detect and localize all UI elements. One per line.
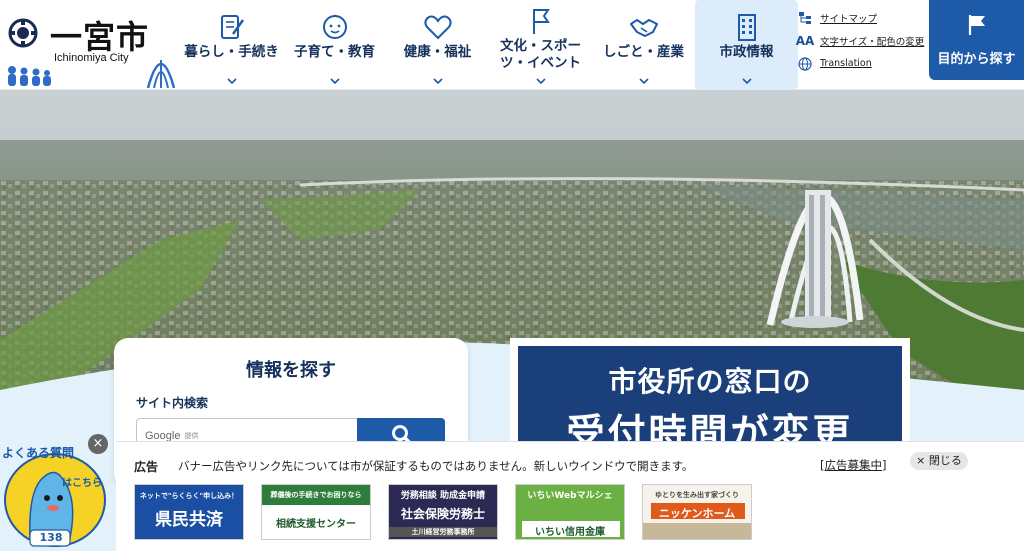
faq-close-button[interactable]: × — [88, 434, 108, 454]
ad-label: 広告 — [134, 460, 159, 474]
nav-health[interactable]: 健康・福祉 — [386, 0, 489, 90]
ad-recruit-link[interactable]: [広告募集中] — [820, 457, 886, 473]
faq-mascot-button[interactable]: よくある質問 はこちら 138 — [0, 438, 110, 551]
ad-banner-list: ネットで"らくらく"申し込み！ 県民共済 葬儀後の手続きでお困りなら 相続支援セ… — [134, 484, 769, 540]
chevron-down-icon — [535, 78, 546, 84]
faq-line-2: はこちら — [62, 478, 102, 489]
site-search-label: サイト内検索 — [136, 396, 209, 410]
nav-childcare[interactable]: 子育て・教育 — [283, 0, 386, 90]
tower-illustration-icon — [146, 60, 176, 88]
ad-banner-souzoku[interactable]: 葬儀後の手続きでお困りなら 相続支援センター — [261, 484, 371, 540]
ad-banner-ichii[interactable]: いちいWebマルシェ いちい信用金庫 — [515, 484, 625, 540]
sitemap-label: サイトマップ — [820, 13, 878, 25]
site-header: 一宮市 Ichinomiya City 暮らし・手続き 子育て・教育 健康・福祉… — [0, 0, 1024, 90]
flag-icon — [532, 9, 550, 34]
notice-line-1: 市役所の窓口の — [608, 365, 812, 398]
ad-banner-sub: 土川経営労務事務所 — [389, 527, 497, 537]
site-logo[interactable]: 一宮市 Ichinomiya City — [6, 8, 176, 88]
ad-banner-nikken[interactable]: ゆとりを生み出す家づくり ニッケンホーム — [642, 484, 752, 540]
citizens-illustration-icon — [8, 66, 51, 86]
chevron-down-icon — [329, 78, 340, 84]
nav-culture[interactable]: 文化・スポーツ・イベント — [489, 0, 592, 90]
nav-label: しごと・産業 — [603, 44, 684, 60]
sitemap-icon — [796, 10, 814, 26]
font-size-link[interactable]: AA 文字サイズ・配色の変更 — [795, 29, 925, 52]
baby-face-icon — [322, 14, 347, 39]
chevron-down-icon — [432, 78, 443, 84]
translation-label: Translation — [820, 58, 872, 69]
ad-banner-main: 県民共済 — [155, 510, 223, 530]
sitemap-link[interactable]: サイトマップ — [796, 6, 924, 29]
faq-line-1: よくある質問 — [2, 446, 75, 460]
nav-work[interactable]: しごと・産業 — [592, 0, 695, 90]
nav-label: 市政情報 — [719, 44, 774, 60]
city-emblem-icon — [8, 18, 38, 48]
utility-links: サイトマップ AA 文字サイズ・配色の変更 Translation — [796, 6, 924, 75]
logo-subtitle: Ichinomiya City — [54, 52, 129, 64]
nav-living[interactable]: 暮らし・手続き — [180, 0, 283, 90]
ad-banner-top: ゆとりを生み出す家づくり — [655, 491, 739, 499]
document-pen-icon — [220, 15, 244, 39]
building-icon — [737, 14, 756, 41]
chevron-down-icon — [638, 78, 649, 84]
nav-label: 健康・福祉 — [403, 44, 472, 60]
ad-close-button[interactable]: × 閉じる — [910, 452, 968, 470]
ad-banner-main: 相続支援センター — [276, 519, 356, 530]
chevron-down-icon — [226, 78, 237, 84]
global-nav: 暮らし・手続き 子育て・教育 健康・福祉 文化・スポーツ・イベント しごと・産業… — [180, 0, 798, 90]
ad-banner-top: 労務相談 助成金申請 — [400, 491, 486, 501]
font-size-label: 文字サイズ・配色の変更 — [820, 36, 925, 48]
nav-label: 暮らし・手続き — [184, 44, 279, 60]
ad-banner-kenmin-kyosai[interactable]: ネットで"らくらく"申し込み！ 県民共済 — [134, 484, 244, 540]
handshake-icon — [629, 19, 658, 37]
nav-label: 子育て・教育 — [294, 44, 375, 60]
ad-banner-top: ネットで"らくらく"申し込み！ — [139, 492, 239, 500]
ad-banner-top: 葬儀後の手続きでお困りなら — [270, 491, 362, 499]
notice-banner[interactable]: 市役所の窓口の 受付時間が変更 — [510, 338, 910, 458]
ad-bar: 広告 バナー広告やリンク先については市が保証するものではありません。新しいウイン… — [116, 441, 1024, 551]
translation-link[interactable]: Translation — [796, 52, 924, 75]
find-by-purpose-button[interactable]: 目的から探す — [929, 0, 1024, 80]
chevron-down-icon — [741, 78, 752, 84]
ad-banner-main: 社会保険労務士 — [400, 507, 485, 521]
globe-icon — [796, 56, 814, 72]
flag-icon — [968, 15, 985, 35]
ad-banner-main: いちい信用金庫 — [535, 527, 605, 538]
ad-disclaimer: バナー広告やリンク先については市が保証するものではありません。新しいウインドウで… — [178, 459, 694, 473]
ad-banner-main: ニッケンホーム — [658, 507, 736, 520]
heart-icon — [423, 15, 452, 40]
search-placeholder-note: 提供 — [184, 433, 199, 440]
nav-label: 文化・スポーツ・イベント — [500, 38, 581, 71]
ad-banner-sharoushi[interactable]: 労務相談 助成金申請 社会保険労務士 土川経営労務事務所 — [388, 484, 498, 540]
nav-city-info[interactable]: 市政情報 — [695, 0, 798, 90]
find-by-purpose-label: 目的から探す — [937, 52, 1016, 67]
font-size-icon: AA — [795, 33, 815, 48]
ad-banner-top: いちいWebマルシェ — [527, 491, 613, 501]
search-title: 情報を探す — [246, 360, 336, 381]
faq-number: 138 — [39, 531, 63, 544]
